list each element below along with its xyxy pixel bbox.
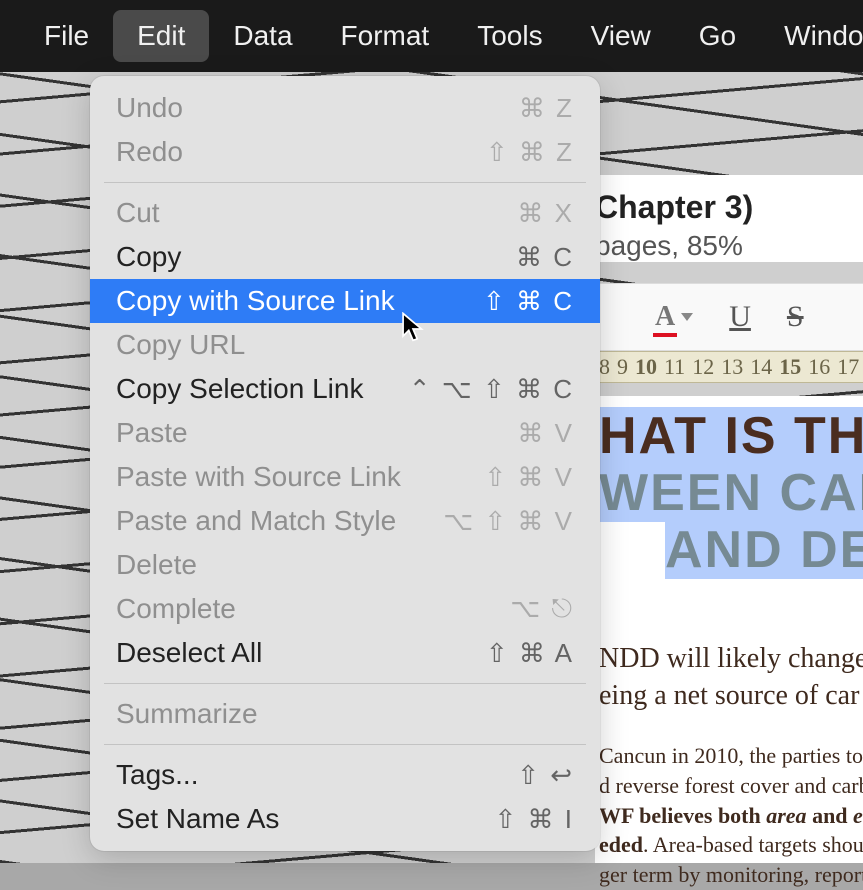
menu-item-delete: Delete <box>90 543 600 587</box>
text-color-button[interactable]: A <box>655 301 693 333</box>
body-p2e: ger term by monitoring, reporting and <box>599 862 863 887</box>
document-page: HAT IS THE RE WEEN CARBON AND DEFO NDD w… <box>595 396 863 863</box>
menu-item-label: Cut <box>116 197 160 229</box>
ruler-tick: 12 <box>692 354 714 380</box>
ruler-tick: 10 <box>635 354 657 380</box>
menu-file[interactable]: File <box>20 10 113 62</box>
ruler-tick: 14 <box>750 354 772 380</box>
menu-item-shortcut: ⌘ X <box>517 198 574 229</box>
document-header: Chapter 3) pages, 85% <box>595 175 863 262</box>
menu-item-label: Set Name As <box>116 803 279 835</box>
ruler-tick: 13 <box>721 354 743 380</box>
menu-item-copy-url: Copy URL <box>90 323 600 367</box>
menu-item-set-name-as[interactable]: Set Name As ⇧ ⌘ I <box>90 797 600 841</box>
ruler: 89101112131415161718 <box>595 351 863 383</box>
menu-item-shortcut: ⌥ ⇧ ⌘ V <box>443 506 574 537</box>
menu-item-complete: Complete ⌥ ⎋ <box>90 587 600 631</box>
ruler-tick: 8 <box>599 354 610 380</box>
menu-item-shortcut: ⇧ ⌘ V <box>484 462 574 493</box>
headline-line-1: HAT IS THE RE <box>599 408 863 465</box>
menu-item-label: Copy with Source Link <box>116 285 395 317</box>
headline-line-2: WEEN CARBON <box>599 465 863 522</box>
body-p2b: d reverse forest cover and carbon loss” <box>599 773 863 798</box>
ruler-tick: 16 <box>808 354 830 380</box>
strikethrough-button[interactable]: S <box>787 300 804 334</box>
body-text: NDD will likely change eing a net source… <box>599 640 863 890</box>
menu-item-summarize: Summarize <box>90 692 600 736</box>
menu-item-shortcut: ⌘ Z <box>519 93 574 124</box>
chevron-down-icon <box>681 313 693 321</box>
menu-item-tags[interactable]: Tags... ⇧ ↩ <box>90 753 600 797</box>
menu-item-shortcut: ⌘ C <box>516 242 574 273</box>
underline-button[interactable]: U <box>729 300 751 334</box>
body-p2c-and: and <box>807 803 853 828</box>
ruler-tick: 17 <box>837 354 859 380</box>
menu-item-paste: Paste ⌘ V <box>90 411 600 455</box>
menu-item-redo: Redo ⇧ ⌘ Z <box>90 130 600 174</box>
menu-item-shortcut: ⇧ ⌘ C <box>483 286 574 317</box>
menu-item-paste-with-source-link: Paste with Source Link ⇧ ⌘ V <box>90 455 600 499</box>
body-p2d-rest: . Area-based targets should come <box>643 832 863 857</box>
menu-item-label: Redo <box>116 136 183 168</box>
body-p2d-label: eded <box>599 832 643 857</box>
menubar: File Edit Data Format Tools View Go Wind… <box>0 0 863 72</box>
menu-item-copy[interactable]: Copy ⌘ C <box>90 235 600 279</box>
menu-data[interactable]: Data <box>209 10 316 62</box>
menu-go[interactable]: Go <box>675 10 760 62</box>
body-p1b: eing a net source of car <box>599 680 859 711</box>
menu-item-paste-and-match-style: Paste and Match Style ⌥ ⇧ ⌘ V <box>90 499 600 543</box>
menu-item-label: Copy Selection Link <box>116 373 363 405</box>
ruler-tick: 11 <box>664 354 685 380</box>
menu-item-label: Copy <box>116 241 181 273</box>
body-p2a: Cancun in 2010, the parties to the UN <box>599 743 863 768</box>
menu-item-deselect-all[interactable]: Deselect All ⇧ ⌘ A <box>90 631 600 675</box>
menu-item-label: Paste with Source Link <box>116 461 401 493</box>
body-p2c-emiss: emiss <box>853 803 863 828</box>
menu-item-cut: Cut ⌘ X <box>90 191 600 235</box>
menu-item-undo: Undo ⌘ Z <box>90 86 600 130</box>
menu-separator <box>104 683 586 684</box>
format-toolbar: A U S <box>595 283 863 351</box>
menu-item-label: Undo <box>116 92 183 124</box>
menu-item-label: Copy URL <box>116 329 245 361</box>
body-p2c-prefix: WF believes both <box>599 803 766 828</box>
menu-format[interactable]: Format <box>317 10 454 62</box>
menu-view[interactable]: View <box>567 10 675 62</box>
menu-separator <box>104 182 586 183</box>
text-color-icon: A <box>655 301 675 333</box>
menu-item-label: Delete <box>116 549 197 581</box>
menu-item-label: Deselect All <box>116 637 262 669</box>
menu-item-shortcut: ⇧ ⌘ Z <box>486 137 574 168</box>
edit-menu-dropdown: Undo ⌘ Z Redo ⇧ ⌘ Z Cut ⌘ X Copy ⌘ C Copy with S… <box>90 76 600 851</box>
menu-item-shortcut: ⇧ ⌘ I <box>495 804 574 835</box>
menu-edit[interactable]: Edit <box>113 10 209 62</box>
menu-item-shortcut: ⌘ V <box>517 418 574 449</box>
body-p2c-area: area <box>766 803 806 828</box>
menu-item-label: Paste and Match Style <box>116 505 396 537</box>
document-subtitle: pages, 85% <box>595 230 863 262</box>
menu-item-label: Summarize <box>116 698 258 730</box>
headline-line-3: AND DEFO <box>599 522 863 579</box>
ruler-tick: 9 <box>617 354 628 380</box>
menu-item-shortcut: ⇧ ↩ <box>517 760 574 791</box>
cursor-icon <box>400 312 426 351</box>
menu-item-label: Paste <box>116 417 188 449</box>
document-title: Chapter 3) <box>595 189 863 226</box>
menu-item-shortcut: ⇧ ⌘ A <box>486 638 574 669</box>
menu-tools[interactable]: Tools <box>453 10 566 62</box>
menu-window[interactable]: Window <box>760 10 863 62</box>
menu-separator <box>104 744 586 745</box>
menu-item-copy-with-source-link[interactable]: Copy with Source Link ⇧ ⌘ C <box>90 279 600 323</box>
menu-item-shortcut: ⌥ ⎋ <box>510 593 574 625</box>
menu-item-label: Complete <box>116 593 236 625</box>
menu-item-label: Tags... <box>116 759 198 791</box>
menu-item-copy-selection-link[interactable]: Copy Selection Link ⌃ ⌥ ⇧ ⌘ C <box>90 367 600 411</box>
body-p1a: NDD will likely change <box>599 643 863 674</box>
menu-item-shortcut: ⌃ ⌥ ⇧ ⌘ C <box>409 374 574 405</box>
ruler-tick: 15 <box>779 354 801 380</box>
